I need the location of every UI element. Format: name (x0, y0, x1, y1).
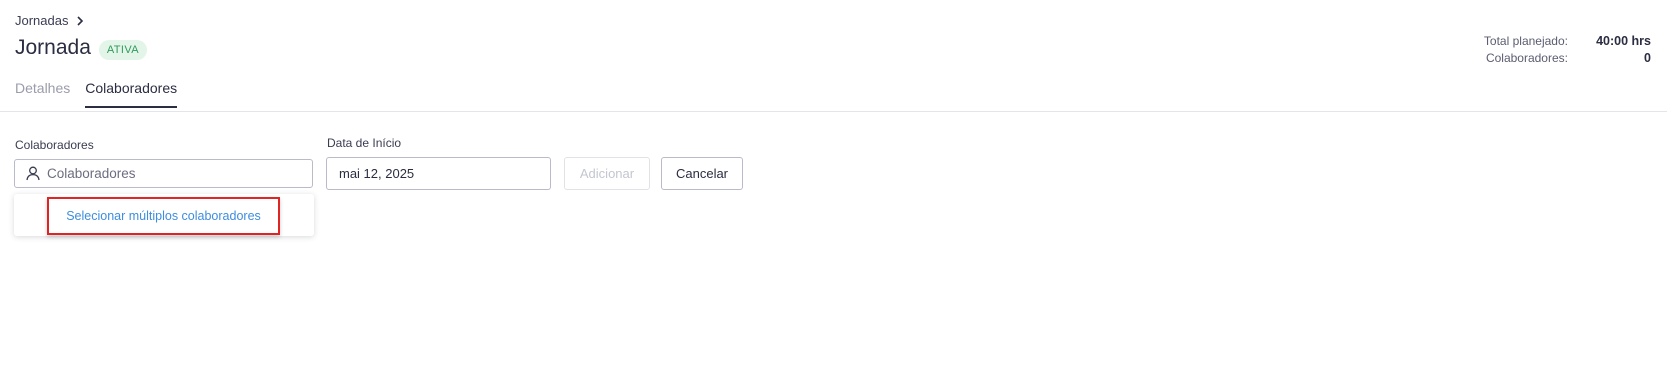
stat-collaborators: Colaboradores: 0 (1368, 50, 1651, 67)
start-date-input[interactable]: mai 12, 2025 (326, 157, 551, 190)
stat-value: 40:00 hrs (1596, 34, 1651, 48)
start-date-field-label: Data de Início (327, 136, 402, 150)
select-multiple-collaborators-option[interactable]: Selecionar múltiplos colaboradores (47, 197, 280, 235)
tab-detalhes[interactable]: Detalhes (15, 80, 70, 108)
tab-bar: Detalhes Colaboradores (15, 80, 178, 108)
collaborators-search-input[interactable]: Colaboradores (14, 159, 313, 188)
breadcrumb-link-jornadas[interactable]: Jornadas (15, 13, 68, 28)
search-placeholder: Colaboradores (47, 166, 136, 181)
collaborators-field-label: Colaboradores (15, 138, 94, 152)
title-row: Jornada ATIVA (15, 36, 148, 60)
stat-total-planned: Total planejado: 40:00 hrs (1368, 33, 1651, 50)
status-badge: ATIVA (98, 39, 148, 60)
cancel-button[interactable]: Cancelar (661, 157, 743, 190)
summary-stats: Total planejado: 40:00 hrs Colaboradores… (1368, 33, 1651, 67)
breadcrumb[interactable]: Jornadas (15, 13, 86, 28)
page-title: Jornada (15, 36, 91, 59)
tabs-divider (0, 111, 1667, 112)
tab-colaboradores[interactable]: Colaboradores (85, 80, 178, 108)
chevron-right-icon (77, 15, 84, 26)
add-button[interactable]: Adicionar (564, 157, 650, 190)
stat-label: Colaboradores: (1485, 51, 1568, 65)
collaborators-dropdown: Selecionar múltiplos colaboradores (14, 194, 314, 236)
stat-label: Total planejado: (1483, 34, 1568, 48)
user-icon (26, 166, 40, 181)
stat-value: 0 (1644, 51, 1651, 65)
